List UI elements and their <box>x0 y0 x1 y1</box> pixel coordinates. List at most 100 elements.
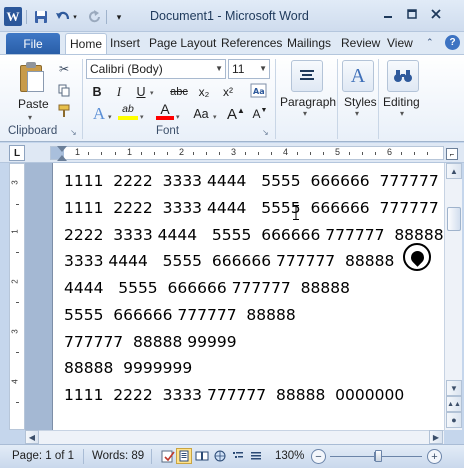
grow-font-label: A <box>227 105 238 123</box>
zoom-out-icon[interactable]: − <box>311 449 326 464</box>
highlight-dropdown-icon[interactable]: ▾ <box>140 113 144 121</box>
outline-view-icon[interactable] <box>230 448 246 464</box>
document-line[interactable]: 1111 2222 3333 4444 5555 666666 777777 8… <box>64 199 444 217</box>
font-case-button[interactable]: Aa <box>190 104 212 124</box>
undo-dropdown-icon[interactable]: ▾ <box>70 8 80 26</box>
ribbon-tab-row: File Home Insert Page Layout References … <box>0 32 464 55</box>
document-line[interactable]: 5555 666666 777777 88888 <box>64 306 296 324</box>
web-layout-view-icon[interactable] <box>212 448 228 464</box>
select-browse-object-icon[interactable]: ● <box>446 412 462 428</box>
paragraph-dropdown-icon[interactable]: ▾ <box>303 109 307 118</box>
paragraph-icon[interactable] <box>291 60 323 92</box>
font-color-button[interactable]: A <box>156 101 174 120</box>
document-line[interactable]: 4444 5555 666666 777777 88888 <box>64 279 350 297</box>
font-color-dropdown-icon[interactable]: ▾ <box>176 113 180 121</box>
vertical-ruler[interactable]: 3 1 2 3 4 <box>9 163 25 430</box>
text-effects-dropdown-icon[interactable]: ▾ <box>108 113 112 121</box>
minimize-ribbon-icon[interactable]: ⌃ <box>426 37 434 48</box>
document-line[interactable]: 88888 9999999 <box>64 359 192 377</box>
editing-dropdown-icon[interactable]: ▾ <box>400 109 404 118</box>
strikethrough-button[interactable]: abc <box>168 82 190 102</box>
proofing-icon[interactable] <box>160 448 176 464</box>
zoom-slider-thumb[interactable] <box>375 450 383 462</box>
paste-dropdown-icon[interactable]: ▾ <box>28 113 32 122</box>
word-count[interactable]: Words: 89 <box>92 450 144 462</box>
chevron-down-icon[interactable]: ▼ <box>215 64 223 73</box>
zoom-in-icon[interactable]: + <box>427 449 442 464</box>
text-effects-icon[interactable]: A <box>88 104 110 124</box>
paste-button[interactable]: Paste <box>18 97 49 111</box>
print-layout-view-icon[interactable] <box>176 448 192 464</box>
tab-selector[interactable]: L <box>9 145 25 161</box>
tab-references[interactable]: References <box>221 36 282 50</box>
scroll-left-icon[interactable]: ◀ <box>25 430 39 444</box>
ruler-tick <box>206 152 207 155</box>
binoculars-icon[interactable] <box>387 60 419 92</box>
document-line[interactable]: 3333 4444 5555 666666 777777 88888 <box>64 252 394 270</box>
document-line[interactable]: 1111 2222 3333 4444 5555 666666 777777 8… <box>64 172 444 190</box>
italic-button[interactable]: I <box>110 82 128 102</box>
tab-view[interactable]: View <box>387 36 413 50</box>
font-name-combo[interactable]: Calibri (Body) ▼ <box>86 59 226 79</box>
first-line-indent-marker[interactable] <box>57 146 67 152</box>
group-divider <box>82 59 83 139</box>
tab-mailings[interactable]: Mailings <box>287 36 331 50</box>
horizontal-ruler[interactable]: 1 1 2 3 4 5 6 <box>50 146 444 160</box>
close-icon[interactable] <box>425 4 447 24</box>
highlight-button[interactable]: ab <box>118 102 138 120</box>
change-case-icon[interactable]: Aa <box>248 81 270 101</box>
tab-insert[interactable]: Insert <box>110 36 140 50</box>
maximize-icon[interactable] <box>401 4 423 24</box>
ruler-tick <box>401 152 402 155</box>
font-launcher-icon[interactable]: ↘ <box>262 128 269 137</box>
tab-page-layout[interactable]: Page Layout <box>149 36 216 50</box>
help-icon[interactable]: ? <box>445 35 460 50</box>
view-ruler-icon[interactable]: ⌐ <box>446 148 458 160</box>
scroll-right-icon[interactable]: ▶ <box>429 430 443 444</box>
chevron-down-icon[interactable]: ▼ <box>259 64 267 73</box>
tab-file[interactable]: File <box>6 33 60 54</box>
save-icon[interactable] <box>32 8 50 26</box>
vertical-scroll-thumb[interactable] <box>447 207 461 231</box>
tab-review[interactable]: Review <box>341 36 380 50</box>
underline-dropdown-icon[interactable]: ▾ <box>150 89 154 97</box>
customize-qat-icon[interactable]: ▾ <box>110 8 128 26</box>
document-line[interactable]: 777777 88888 99999 <box>64 333 237 351</box>
redo-icon[interactable] <box>86 8 104 26</box>
zoom-level[interactable]: 130% <box>275 450 304 462</box>
hanging-indent-marker[interactable] <box>57 155 67 161</box>
horizontal-scrollbar[interactable]: ◀ ▶ <box>25 430 444 444</box>
minimize-icon[interactable] <box>377 4 399 24</box>
styles-icon[interactable]: A <box>342 60 374 92</box>
draft-view-icon[interactable] <box>248 448 264 464</box>
font-case-dropdown-icon[interactable]: ▾ <box>213 113 217 121</box>
page-count[interactable]: Page: 1 of 1 <box>12 450 74 462</box>
paragraph-button[interactable]: Paragraph <box>280 95 336 109</box>
scroll-down-icon[interactable]: ▼ <box>446 380 462 396</box>
vertical-scrollbar[interactable]: ▲ ▼ ▲▲ ● <box>444 163 462 430</box>
clipboard-launcher-icon[interactable]: ↘ <box>70 128 77 137</box>
superscript-button[interactable]: x² <box>218 82 238 102</box>
word-logo-icon[interactable]: W <box>4 7 22 26</box>
scroll-up-icon[interactable]: ▲ <box>446 163 462 179</box>
document-line[interactable]: 2222 3333 4444 5555 666666 777777 88888 <box>64 226 444 244</box>
full-screen-reading-view-icon[interactable] <box>194 448 210 464</box>
styles-button[interactable]: Styles <box>344 95 377 109</box>
document-line[interactable]: 1111 2222 3333 777777 88888 0000000 <box>64 386 404 404</box>
ruler-number: 3 <box>10 180 20 185</box>
document-page[interactable]: 1111 2222 3333 4444 5555 666666 777777 8… <box>52 163 444 430</box>
subscript-button[interactable]: x₂ <box>194 82 214 102</box>
grow-font-button[interactable]: A ▲ <box>227 104 245 124</box>
copy-icon[interactable] <box>56 82 72 98</box>
shrink-font-button[interactable]: A ▼ <box>252 104 268 124</box>
cut-icon[interactable]: ✂ <box>56 61 72 77</box>
bold-button[interactable]: B <box>88 82 106 102</box>
tab-home[interactable]: Home <box>65 33 108 55</box>
format-painter-icon[interactable] <box>56 103 72 119</box>
previous-page-icon[interactable]: ▲▲ <box>446 396 462 412</box>
paste-icon[interactable] <box>18 61 46 93</box>
editing-button[interactable]: Editing <box>383 95 420 109</box>
font-size-combo[interactable]: 11 ▼ <box>228 59 270 79</box>
styles-dropdown-icon[interactable]: ▾ <box>355 109 359 118</box>
underline-button[interactable]: U <box>132 82 150 102</box>
